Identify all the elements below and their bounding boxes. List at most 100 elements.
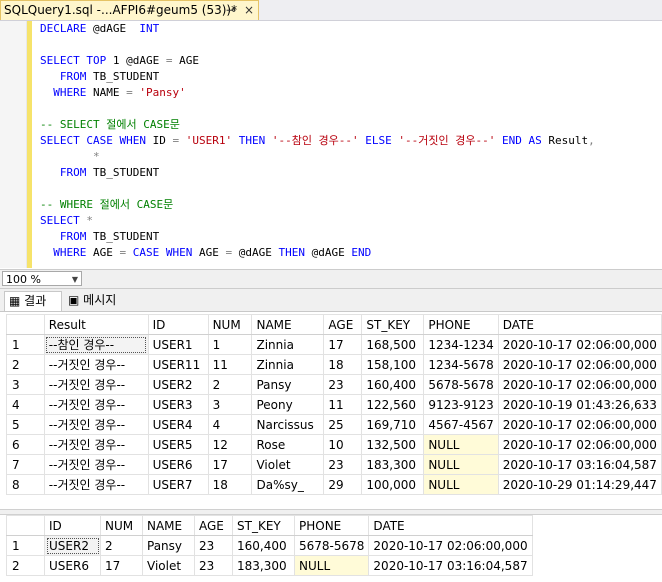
- table-row[interactable]: 4 --거짓인 경우-- USER3 3 Peony 11 122,560 9123-9123…: [6, 394, 662, 415]
- column-header[interactable]: Result: [43, 314, 149, 335]
- code-line[interactable]: SELECT *: [40, 213, 595, 229]
- column-header[interactable]: AGE: [323, 314, 363, 335]
- table-cell[interactable]: 169,710: [361, 414, 425, 435]
- table-row[interactable]: 7 --거짓인 경우-- USER6 17 Violet 23 183,300 NULL 202…: [6, 454, 662, 475]
- table-cell[interactable]: 5678-5678: [293, 535, 370, 556]
- table-cell[interactable]: Zinnia: [251, 334, 325, 355]
- table-cell[interactable]: 17: [323, 334, 363, 355]
- column-header[interactable]: NUM: [207, 314, 253, 335]
- zoom-select[interactable]: 100 % ▼: [2, 271, 82, 286]
- table-cell[interactable]: USER2: [44, 535, 101, 556]
- table-cell[interactable]: 2: [207, 374, 253, 395]
- table-cell[interactable]: USER1: [147, 334, 209, 355]
- row-number[interactable]: 4: [6, 394, 45, 415]
- pin-icon[interactable]: ⊸: [226, 1, 236, 20]
- table-cell[interactable]: 183,300: [232, 555, 295, 576]
- table-cell[interactable]: NULL: [423, 474, 499, 495]
- table-cell[interactable]: 23: [194, 555, 233, 576]
- sql-code[interactable]: DECLARE @dAGE INT SELECT TOP 1 @dAGE = AG…: [40, 21, 595, 261]
- column-header[interactable]: DATE: [368, 515, 533, 536]
- code-line[interactable]: [40, 37, 595, 53]
- table-cell[interactable]: 17: [100, 555, 143, 576]
- row-header-corner[interactable]: [6, 314, 45, 335]
- table-cell[interactable]: 100,000: [361, 474, 425, 495]
- table-cell[interactable]: 168,500: [361, 334, 425, 355]
- table-cell[interactable]: Rose: [251, 434, 325, 455]
- row-number[interactable]: 5: [6, 414, 45, 435]
- table-cell[interactable]: 11: [207, 354, 253, 375]
- row-number[interactable]: 2: [6, 354, 45, 375]
- column-header[interactable]: NUM: [100, 515, 143, 536]
- code-line[interactable]: SELECT CASE WHEN ID = 'USER1' THEN '--참인…: [40, 133, 595, 149]
- table-cell[interactable]: 2020-10-17 02:06:00,000: [497, 414, 662, 435]
- column-header[interactable]: NAME: [251, 314, 325, 335]
- table-cell[interactable]: Pansy: [251, 374, 325, 395]
- table-cell[interactable]: --거짓인 경우--: [43, 354, 149, 375]
- column-header[interactable]: ST_KEY: [361, 314, 425, 335]
- table-cell[interactable]: 23: [323, 454, 363, 475]
- table-cell[interactable]: 9123-9123: [423, 394, 499, 415]
- table-cell[interactable]: USER7: [147, 474, 209, 495]
- table-cell[interactable]: 122,560: [361, 394, 425, 415]
- row-number[interactable]: 1: [6, 334, 45, 355]
- code-line[interactable]: SELECT TOP 1 @dAGE = AGE: [40, 53, 595, 69]
- row-number[interactable]: 1: [6, 535, 45, 556]
- table-cell[interactable]: Pansy: [142, 535, 195, 556]
- table-cell[interactable]: USER4: [147, 414, 209, 435]
- table-cell[interactable]: 25: [323, 414, 363, 435]
- table-cell[interactable]: 18: [207, 474, 253, 495]
- table-cell[interactable]: Narcissus: [251, 414, 325, 435]
- table-cell[interactable]: 23: [323, 374, 363, 395]
- table-cell[interactable]: 2020-10-17 03:16:04,587: [497, 454, 662, 475]
- code-line[interactable]: [40, 101, 595, 117]
- column-header[interactable]: PHONE: [293, 515, 370, 536]
- table-row[interactable]: 8 --거짓인 경우-- USER7 18 Da%sy_ 29 100,000 NULL 202…: [6, 474, 662, 495]
- table-cell[interactable]: Zinnia: [251, 354, 325, 375]
- row-header-corner[interactable]: [6, 515, 45, 536]
- table-cell[interactable]: 12: [207, 434, 253, 455]
- close-icon[interactable]: ×: [244, 1, 254, 20]
- table-cell[interactable]: 10: [323, 434, 363, 455]
- code-line[interactable]: [40, 181, 595, 197]
- tab-messages[interactable]: ▣ 메시지: [64, 291, 134, 311]
- table-row[interactable]: 2 USER6 17 Violet 23 183,300 NULL 2020-10-17 03…: [6, 555, 533, 576]
- table-cell[interactable]: USER2: [147, 374, 209, 395]
- table-cell[interactable]: 183,300: [361, 454, 425, 475]
- table-cell[interactable]: 3: [207, 394, 253, 415]
- table-cell[interactable]: Violet: [251, 454, 325, 475]
- table-cell[interactable]: USER5: [147, 434, 209, 455]
- table-cell[interactable]: 2020-10-19 01:43:26,633: [497, 394, 662, 415]
- table-cell[interactable]: Violet: [142, 555, 195, 576]
- table-cell[interactable]: 160,400: [361, 374, 425, 395]
- table-cell[interactable]: USER6: [147, 454, 209, 475]
- column-header[interactable]: ST_KEY: [232, 515, 295, 536]
- table-cell[interactable]: NULL: [423, 434, 499, 455]
- code-line[interactable]: FROM TB_STUDENT: [40, 69, 595, 85]
- table-cell[interactable]: 11: [323, 394, 363, 415]
- table-cell[interactable]: --참인 경우--: [43, 334, 149, 355]
- code-line[interactable]: *: [40, 149, 595, 165]
- table-cell[interactable]: --거짓인 경우--: [43, 374, 149, 395]
- row-number[interactable]: 2: [6, 555, 45, 576]
- table-cell[interactable]: 18: [323, 354, 363, 375]
- table-cell[interactable]: 23: [194, 535, 233, 556]
- row-number[interactable]: 3: [6, 374, 45, 395]
- table-cell[interactable]: 29: [323, 474, 363, 495]
- row-number[interactable]: 8: [6, 474, 45, 495]
- table-cell[interactable]: USER6: [44, 555, 101, 576]
- table-cell[interactable]: 160,400: [232, 535, 295, 556]
- table-cell[interactable]: 1234-5678: [423, 354, 499, 375]
- table-cell[interactable]: 2020-10-17 03:16:04,587: [368, 555, 533, 576]
- code-line[interactable]: FROM TB_STUDENT: [40, 229, 595, 245]
- table-row[interactable]: 5 --거짓인 경우-- USER4 4 Narcissus 25 169,710 4567-…: [6, 414, 662, 435]
- table-cell[interactable]: 158,100: [361, 354, 425, 375]
- table-cell[interactable]: 2: [100, 535, 143, 556]
- column-header[interactable]: DATE: [497, 314, 662, 335]
- table-row[interactable]: 3 --거짓인 경우-- USER2 2 Pansy 23 160,400 5678-5678…: [6, 374, 662, 395]
- table-cell[interactable]: 2020-10-17 02:06:00,000: [497, 434, 662, 455]
- table-cell[interactable]: USER3: [147, 394, 209, 415]
- code-line[interactable]: FROM TB_STUDENT: [40, 165, 595, 181]
- table-cell[interactable]: --거짓인 경우--: [43, 434, 149, 455]
- column-header[interactable]: NAME: [142, 515, 195, 536]
- row-number[interactable]: 7: [6, 454, 45, 475]
